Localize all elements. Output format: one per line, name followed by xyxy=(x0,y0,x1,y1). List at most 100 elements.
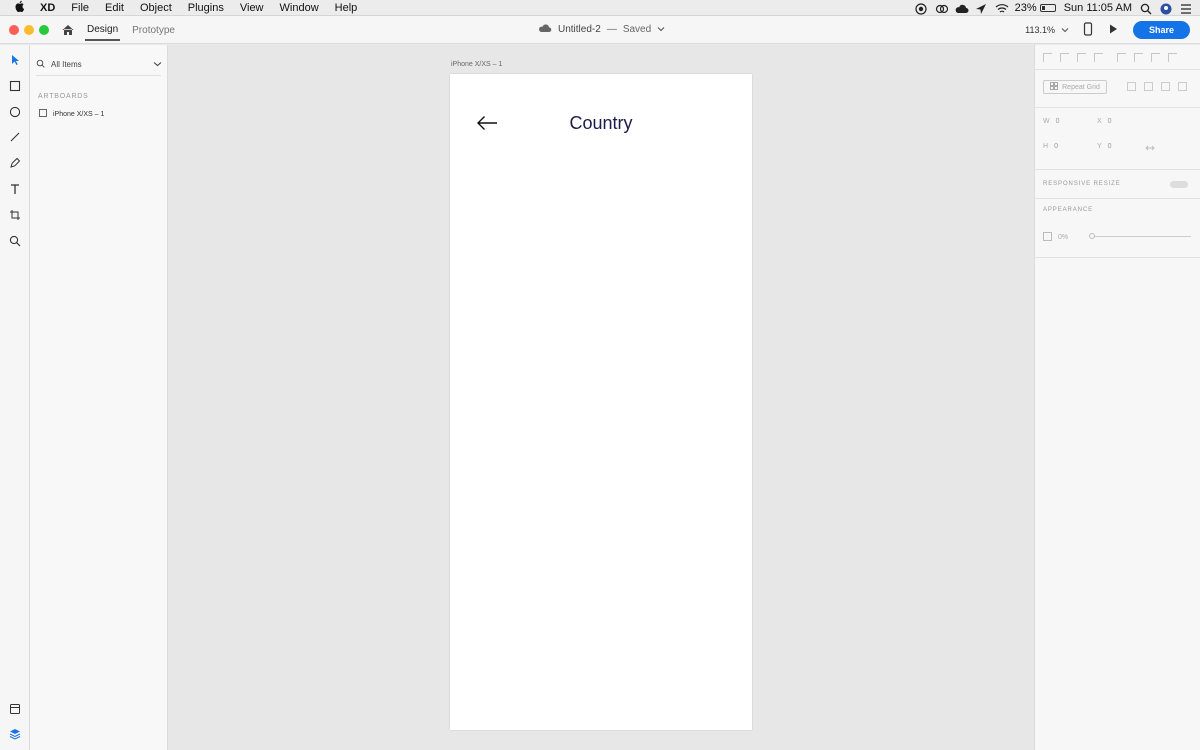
menu-window[interactable]: Window xyxy=(272,0,327,16)
device-preview-icon[interactable] xyxy=(1083,22,1093,38)
rectangle-tool-icon[interactable] xyxy=(7,78,23,94)
width-field[interactable]: W 0 xyxy=(1043,118,1060,125)
zoom-value: 113.1% xyxy=(1025,25,1055,35)
search-icon xyxy=(36,59,45,70)
align-bottom-icon[interactable] xyxy=(1077,53,1086,62)
align-top-icon[interactable] xyxy=(1043,53,1052,62)
distribute-horizontal-icon[interactable] xyxy=(1168,53,1177,62)
divider xyxy=(1035,69,1200,70)
home-icon[interactable] xyxy=(61,23,75,37)
divider xyxy=(1035,198,1200,199)
opacity-slider[interactable] xyxy=(1091,236,1191,237)
menu-view[interactable]: View xyxy=(232,0,272,16)
assets-panel-icon[interactable] xyxy=(7,701,23,717)
repeat-grid-button[interactable]: Repeat Grid xyxy=(1043,80,1107,94)
cloud-document-icon xyxy=(538,23,552,36)
clock[interactable]: Sun 11:05 AM xyxy=(1064,2,1132,14)
x-value: 0 xyxy=(1107,118,1112,125)
opacity-control[interactable]: 0% xyxy=(1043,232,1068,243)
battery-indicator[interactable]: 23% xyxy=(1015,2,1056,14)
height-value: 0 xyxy=(1054,143,1058,150)
record-icon[interactable] xyxy=(915,2,927,15)
repeat-grid-label: Repeat Grid xyxy=(1062,83,1100,91)
boolean-operations xyxy=(1127,82,1187,91)
menu-file[interactable]: File xyxy=(63,0,97,16)
title-bar-actions: 113.1% Share xyxy=(1025,21,1190,39)
align-right-icon[interactable] xyxy=(1151,53,1160,62)
chevron-down-icon xyxy=(1061,25,1069,35)
artboard-tool-icon[interactable] xyxy=(7,207,23,223)
height-label: H xyxy=(1043,143,1049,150)
property-inspector: Repeat Grid W 0 X 0 H 0 Y 0 RESPONSIVE R… xyxy=(1034,45,1200,750)
add-shape-icon[interactable] xyxy=(1127,82,1136,91)
screen-title[interactable]: Country xyxy=(550,113,652,134)
status-area: 23% Sun 11:05 AM xyxy=(915,2,1200,15)
cloud-sync-icon[interactable] xyxy=(955,3,969,13)
line-tool-icon[interactable] xyxy=(7,129,23,145)
design-canvas[interactable]: iPhone X/XS – 1 Country xyxy=(168,45,1034,750)
subtract-shape-icon[interactable] xyxy=(1144,82,1153,91)
share-button[interactable]: Share xyxy=(1132,21,1190,39)
artboard-icon xyxy=(39,109,47,119)
apple-menu-icon[interactable] xyxy=(8,0,32,15)
select-tool-icon[interactable] xyxy=(7,52,23,68)
tab-design[interactable]: Design xyxy=(85,18,121,41)
zoom-window-button[interactable] xyxy=(39,24,49,35)
menu-xd[interactable]: XD xyxy=(32,0,63,16)
y-label: Y xyxy=(1097,143,1102,150)
align-left-icon[interactable] xyxy=(1117,53,1126,62)
artboard-label[interactable]: iPhone X/XS – 1 xyxy=(451,61,502,68)
tool-bar xyxy=(0,45,30,750)
artboard[interactable]: Country xyxy=(450,74,752,730)
menu-plugins[interactable]: Plugins xyxy=(180,0,232,16)
align-middle-icon[interactable] xyxy=(1060,53,1069,62)
tab-prototype[interactable]: Prototype xyxy=(130,19,177,40)
exclude-shape-icon[interactable] xyxy=(1178,82,1187,91)
flip-icon[interactable] xyxy=(1145,144,1155,154)
artboards-section-header: ARTBOARDS xyxy=(38,93,89,100)
document-name: Untitled-2 xyxy=(558,24,601,35)
height-field[interactable]: H 0 xyxy=(1043,143,1058,150)
opacity-icon xyxy=(1043,232,1052,243)
close-window-button[interactable] xyxy=(9,24,19,35)
appearance-header: APPEARANCE xyxy=(1043,207,1094,213)
divider xyxy=(36,75,161,76)
menu-object[interactable]: Object xyxy=(132,0,180,16)
divider xyxy=(1035,169,1200,170)
zoom-dropdown[interactable]: 113.1% xyxy=(1025,25,1069,35)
width-label: W xyxy=(1043,118,1050,125)
creative-cloud-icon[interactable] xyxy=(935,3,948,13)
location-icon[interactable] xyxy=(975,3,987,14)
chevron-down-icon xyxy=(657,24,665,35)
user-avatar-icon[interactable] xyxy=(1160,3,1172,14)
menu-help[interactable]: Help xyxy=(327,0,366,16)
menu-bar: XD File Edit Object Plugins View Window … xyxy=(0,0,1200,16)
document-title[interactable]: Untitled-2 — Saved xyxy=(538,23,665,36)
distribute-vertical-icon[interactable] xyxy=(1094,53,1103,62)
text-tool-icon[interactable] xyxy=(7,181,23,197)
layers-panel: All Items ARTBOARDS iPhone X/XS – 1 xyxy=(30,45,168,750)
ellipse-tool-icon[interactable] xyxy=(7,104,23,120)
play-preview-icon[interactable] xyxy=(1107,23,1119,37)
menu-edit[interactable]: Edit xyxy=(97,0,132,16)
pen-tool-icon[interactable] xyxy=(7,155,23,171)
responsive-resize-toggle[interactable] xyxy=(1170,181,1188,188)
x-field[interactable]: X 0 xyxy=(1097,118,1112,125)
y-field[interactable]: Y 0 xyxy=(1097,143,1112,150)
wifi-icon[interactable] xyxy=(995,3,1009,13)
intersect-shape-icon[interactable] xyxy=(1161,82,1170,91)
align-controls xyxy=(1043,53,1177,62)
layer-filter-dropdown[interactable]: All Items xyxy=(36,55,162,73)
zoom-tool-icon[interactable] xyxy=(7,233,23,249)
back-arrow-icon[interactable] xyxy=(475,114,499,132)
opacity-slider-handle[interactable] xyxy=(1089,233,1095,239)
notification-center-icon[interactable] xyxy=(1180,3,1192,14)
width-value: 0 xyxy=(1055,118,1060,125)
divider xyxy=(1035,257,1200,258)
align-center-icon[interactable] xyxy=(1134,53,1143,62)
chevron-down-icon xyxy=(153,60,162,69)
spotlight-search-icon[interactable] xyxy=(1140,3,1152,14)
minimize-window-button[interactable] xyxy=(24,24,34,35)
layer-item-artboard[interactable]: iPhone X/XS – 1 xyxy=(39,109,104,119)
layers-panel-icon[interactable] xyxy=(7,726,23,742)
